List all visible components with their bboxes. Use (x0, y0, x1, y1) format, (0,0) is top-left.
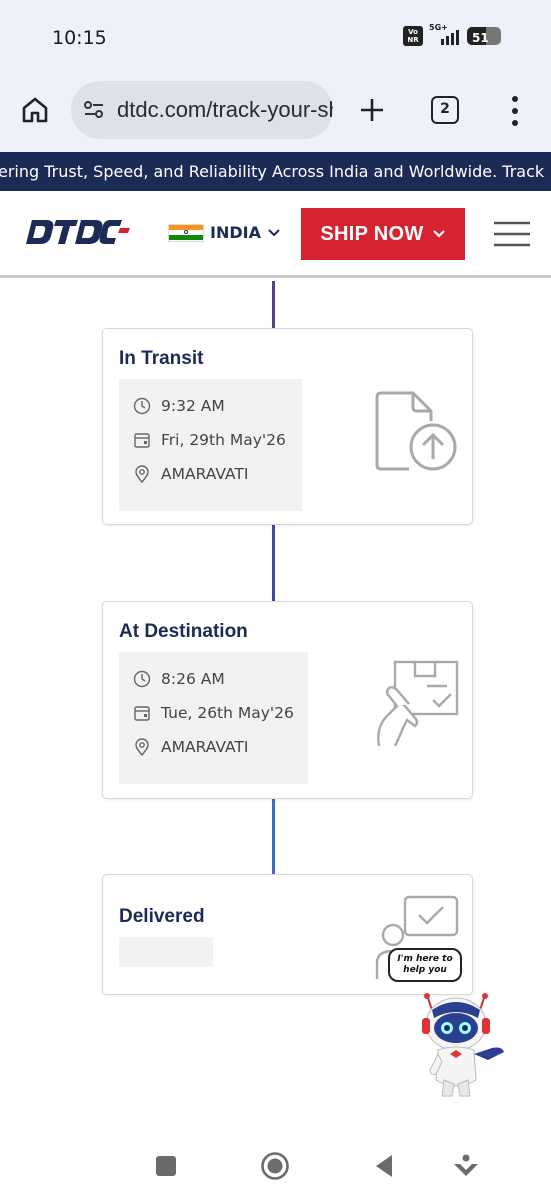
site-settings-icon[interactable] (83, 99, 105, 121)
home-circle-icon[interactable] (260, 1151, 290, 1181)
event-time-row: 9:32 AM (133, 397, 225, 415)
event-details: 8:26 AM Tue, 26th May'26 AMARAVATI (119, 652, 308, 784)
document-upload-icon (375, 391, 457, 471)
event-time: 9:32 AM (161, 397, 225, 415)
signal-icon: 5G+ (429, 23, 461, 45)
new-tab-icon[interactable] (358, 96, 386, 124)
back-icon[interactable] (372, 1152, 396, 1180)
assistant-icon[interactable] (452, 1152, 480, 1180)
country-label: INDIA (210, 223, 261, 242)
event-details: 9:32 AM Fri, 29th May'26 AMARAVATI (119, 379, 302, 511)
event-date-row: Tue, 26th May'26 (133, 704, 294, 722)
ticker-text: ering Trust, Speed, and Reliability Acro… (0, 162, 545, 181)
status-icons: Vo NR 5G+ 51 (403, 23, 501, 46)
event-status: In Transit (119, 348, 204, 369)
hamburger-menu-icon[interactable] (494, 220, 530, 248)
event-date-row: Fri, 29th May'26 (133, 431, 286, 449)
ship-now-button[interactable]: SHIP NOW (301, 208, 465, 260)
battery-icon: 51 (467, 27, 501, 45)
chatbot-speech-bubble[interactable]: I'm here to help you (388, 948, 462, 982)
location-pin-icon (135, 465, 149, 483)
timeline-connector (272, 799, 275, 874)
calendar-icon (134, 706, 150, 721)
timeline-connector (272, 281, 275, 328)
tab-switcher-button[interactable]: 2 (431, 96, 459, 124)
battery-level: 51 (472, 31, 489, 45)
chevron-down-icon (432, 230, 445, 238)
url-text: dtdc.com/track-your-shipment (117, 97, 333, 122)
event-location-row: AMARAVATI (133, 738, 248, 756)
network-label: 5G+ (429, 23, 448, 32)
event-time: 8:26 AM (161, 670, 225, 688)
timeline-connector (272, 525, 275, 601)
event-status: At Destination (119, 621, 248, 642)
tracking-event-card: In Transit 9:32 AM Fri, 29th May'26 AMAR… (102, 328, 473, 525)
event-details (119, 937, 213, 967)
dtdc-logo[interactable] (26, 214, 130, 250)
event-location-row: AMARAVATI (133, 465, 248, 483)
event-location: AMARAVATI (161, 465, 249, 483)
event-date: Tue, 26th May'26 (161, 704, 294, 722)
event-date: Fri, 29th May'26 (161, 431, 286, 449)
system-nav-bar (0, 1130, 551, 1200)
home-icon[interactable] (20, 95, 50, 125)
calendar-icon (134, 433, 150, 448)
hand-package-icon (377, 660, 459, 747)
address-bar[interactable]: dtdc.com/track-your-shipment (71, 81, 333, 139)
country-selector[interactable]: INDIA (168, 223, 281, 242)
announcement-ticker: ering Trust, Speed, and Reliability Acro… (0, 152, 551, 191)
tracking-event-card: At Destination 8:26 AM Tue, 26th May'26 … (102, 601, 473, 799)
recent-apps-icon[interactable] (156, 1156, 176, 1176)
clock-icon (133, 670, 151, 688)
status-time: 10:15 (52, 27, 107, 49)
chevron-down-icon (268, 228, 280, 236)
more-options-icon[interactable] (505, 94, 525, 128)
india-flag-icon (168, 223, 204, 242)
location-pin-icon (135, 738, 149, 756)
vonr-icon: Vo NR (403, 26, 423, 46)
clock-icon (133, 397, 151, 415)
event-location: AMARAVATI (161, 738, 249, 756)
site-header: INDIA SHIP NOW (0, 191, 551, 278)
browser-toolbar: dtdc.com/track-your-shipment 2 (0, 76, 551, 152)
event-time-row: 8:26 AM (133, 670, 225, 688)
status-bar: 10:15 Vo NR 5G+ 51 (0, 0, 551, 76)
ship-now-label: SHIP NOW (320, 222, 424, 245)
event-status: Delivered (119, 906, 205, 927)
chatbot-robot-icon[interactable] (408, 988, 508, 1100)
